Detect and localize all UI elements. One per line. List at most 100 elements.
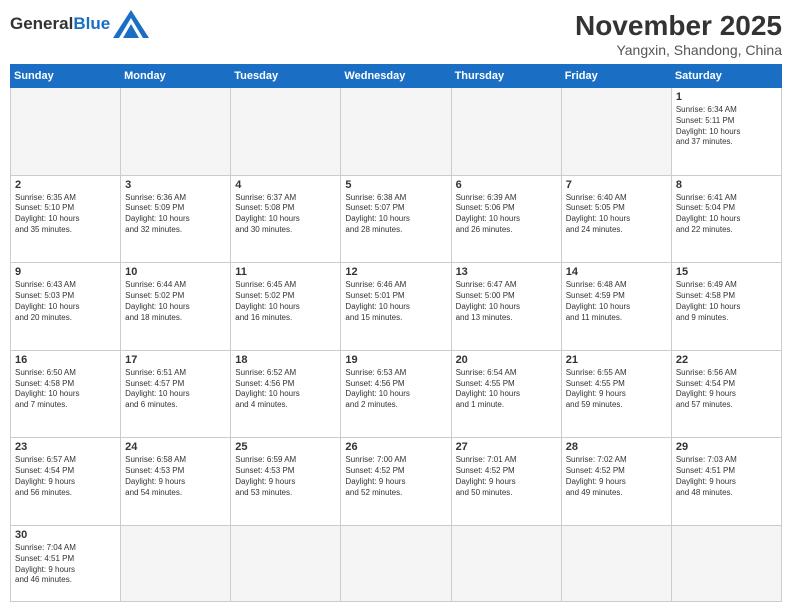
day-info-16: Sunrise: 6:50 AM Sunset: 4:58 PM Dayligh…	[15, 368, 116, 411]
day-13: 13 Sunrise: 6:47 AM Sunset: 5:00 PM Dayl…	[451, 263, 561, 351]
empty-cell	[11, 88, 121, 176]
day-number-17: 17	[125, 354, 226, 366]
day-info-3: Sunrise: 6:36 AM Sunset: 5:09 PM Dayligh…	[125, 193, 226, 236]
day-info-5: Sunrise: 6:38 AM Sunset: 5:07 PM Dayligh…	[345, 193, 446, 236]
day-number-1: 1	[676, 91, 777, 103]
day-number-27: 27	[456, 441, 557, 453]
day-number-16: 16	[15, 354, 116, 366]
day-number-6: 6	[456, 179, 557, 191]
day-3: 3 Sunrise: 6:36 AM Sunset: 5:09 PM Dayli…	[121, 175, 231, 263]
day-1: 1 Sunrise: 6:34 AM Sunset: 5:11 PM Dayli…	[671, 88, 781, 176]
day-number-22: 22	[676, 354, 777, 366]
calendar-row-3: 9 Sunrise: 6:43 AM Sunset: 5:03 PM Dayli…	[11, 263, 782, 351]
day-7: 7 Sunrise: 6:40 AM Sunset: 5:05 PM Dayli…	[561, 175, 671, 263]
day-info-8: Sunrise: 6:41 AM Sunset: 5:04 PM Dayligh…	[676, 193, 777, 236]
day-info-18: Sunrise: 6:52 AM Sunset: 4:56 PM Dayligh…	[235, 368, 336, 411]
month-title: November 2025	[575, 10, 782, 42]
day-number-12: 12	[345, 266, 446, 278]
day-info-27: Sunrise: 7:01 AM Sunset: 4:52 PM Dayligh…	[456, 455, 557, 498]
logo-icon	[113, 10, 149, 38]
day-number-11: 11	[235, 266, 336, 278]
calendar-row-2: 2 Sunrise: 6:35 AM Sunset: 5:10 PM Dayli…	[11, 175, 782, 263]
day-22: 22 Sunrise: 6:56 AM Sunset: 4:54 PM Dayl…	[671, 350, 781, 438]
calendar-row-1: 1 Sunrise: 6:34 AM Sunset: 5:11 PM Dayli…	[11, 88, 782, 176]
location-title: Yangxin, Shandong, China	[575, 42, 782, 58]
page: GeneralBlue November 2025 Yangxin, Shand…	[0, 0, 792, 612]
empty-cell	[231, 88, 341, 176]
day-30: 30 Sunrise: 7:04 AM Sunset: 4:51 PM Dayl…	[11, 525, 121, 601]
empty-cell	[451, 88, 561, 176]
header-wednesday: Wednesday	[341, 65, 451, 88]
day-2: 2 Sunrise: 6:35 AM Sunset: 5:10 PM Dayli…	[11, 175, 121, 263]
day-23: 23 Sunrise: 6:57 AM Sunset: 4:54 PM Dayl…	[11, 438, 121, 526]
empty-cell	[341, 88, 451, 176]
calendar-row-6: 30 Sunrise: 7:04 AM Sunset: 4:51 PM Dayl…	[11, 525, 782, 601]
day-6: 6 Sunrise: 6:39 AM Sunset: 5:06 PM Dayli…	[451, 175, 561, 263]
day-info-7: Sunrise: 6:40 AM Sunset: 5:05 PM Dayligh…	[566, 193, 667, 236]
day-number-10: 10	[125, 266, 226, 278]
day-5: 5 Sunrise: 6:38 AM Sunset: 5:07 PM Dayli…	[341, 175, 451, 263]
day-info-28: Sunrise: 7:02 AM Sunset: 4:52 PM Dayligh…	[566, 455, 667, 498]
header-thursday: Thursday	[451, 65, 561, 88]
day-19: 19 Sunrise: 6:53 AM Sunset: 4:56 PM Dayl…	[341, 350, 451, 438]
day-number-25: 25	[235, 441, 336, 453]
day-number-28: 28	[566, 441, 667, 453]
day-number-9: 9	[15, 266, 116, 278]
day-17: 17 Sunrise: 6:51 AM Sunset: 4:57 PM Dayl…	[121, 350, 231, 438]
day-number-19: 19	[345, 354, 446, 366]
calendar-row-5: 23 Sunrise: 6:57 AM Sunset: 4:54 PM Dayl…	[11, 438, 782, 526]
weekday-header-row: Sunday Monday Tuesday Wednesday Thursday…	[11, 65, 782, 88]
day-15: 15 Sunrise: 6:49 AM Sunset: 4:58 PM Dayl…	[671, 263, 781, 351]
day-info-17: Sunrise: 6:51 AM Sunset: 4:57 PM Dayligh…	[125, 368, 226, 411]
day-8: 8 Sunrise: 6:41 AM Sunset: 5:04 PM Dayli…	[671, 175, 781, 263]
header-friday: Friday	[561, 65, 671, 88]
day-info-29: Sunrise: 7:03 AM Sunset: 4:51 PM Dayligh…	[676, 455, 777, 498]
empty-cell	[341, 525, 451, 601]
day-20: 20 Sunrise: 6:54 AM Sunset: 4:55 PM Dayl…	[451, 350, 561, 438]
empty-cell	[561, 525, 671, 601]
day-info-21: Sunrise: 6:55 AM Sunset: 4:55 PM Dayligh…	[566, 368, 667, 411]
day-number-29: 29	[676, 441, 777, 453]
logo-blue: Blue	[73, 14, 110, 33]
title-block: November 2025 Yangxin, Shandong, China	[575, 10, 782, 58]
header: GeneralBlue November 2025 Yangxin, Shand…	[10, 10, 782, 58]
day-number-21: 21	[566, 354, 667, 366]
day-10: 10 Sunrise: 6:44 AM Sunset: 5:02 PM Dayl…	[121, 263, 231, 351]
day-info-24: Sunrise: 6:58 AM Sunset: 4:53 PM Dayligh…	[125, 455, 226, 498]
day-info-23: Sunrise: 6:57 AM Sunset: 4:54 PM Dayligh…	[15, 455, 116, 498]
logo: GeneralBlue	[10, 10, 149, 38]
day-number-3: 3	[125, 179, 226, 191]
day-number-20: 20	[456, 354, 557, 366]
day-info-11: Sunrise: 6:45 AM Sunset: 5:02 PM Dayligh…	[235, 280, 336, 323]
day-number-5: 5	[345, 179, 446, 191]
empty-cell	[231, 525, 341, 601]
header-sunday: Sunday	[11, 65, 121, 88]
day-info-14: Sunrise: 6:48 AM Sunset: 4:59 PM Dayligh…	[566, 280, 667, 323]
day-number-14: 14	[566, 266, 667, 278]
day-info-22: Sunrise: 6:56 AM Sunset: 4:54 PM Dayligh…	[676, 368, 777, 411]
day-number-18: 18	[235, 354, 336, 366]
header-tuesday: Tuesday	[231, 65, 341, 88]
day-11: 11 Sunrise: 6:45 AM Sunset: 5:02 PM Dayl…	[231, 263, 341, 351]
day-info-15: Sunrise: 6:49 AM Sunset: 4:58 PM Dayligh…	[676, 280, 777, 323]
day-number-24: 24	[125, 441, 226, 453]
day-info-13: Sunrise: 6:47 AM Sunset: 5:00 PM Dayligh…	[456, 280, 557, 323]
day-info-2: Sunrise: 6:35 AM Sunset: 5:10 PM Dayligh…	[15, 193, 116, 236]
day-25: 25 Sunrise: 6:59 AM Sunset: 4:53 PM Dayl…	[231, 438, 341, 526]
empty-cell	[121, 525, 231, 601]
day-number-4: 4	[235, 179, 336, 191]
empty-cell	[121, 88, 231, 176]
day-info-1: Sunrise: 6:34 AM Sunset: 5:11 PM Dayligh…	[676, 105, 777, 148]
day-4: 4 Sunrise: 6:37 AM Sunset: 5:08 PM Dayli…	[231, 175, 341, 263]
day-12: 12 Sunrise: 6:46 AM Sunset: 5:01 PM Dayl…	[341, 263, 451, 351]
header-saturday: Saturday	[671, 65, 781, 88]
day-info-26: Sunrise: 7:00 AM Sunset: 4:52 PM Dayligh…	[345, 455, 446, 498]
calendar-row-4: 16 Sunrise: 6:50 AM Sunset: 4:58 PM Dayl…	[11, 350, 782, 438]
day-info-6: Sunrise: 6:39 AM Sunset: 5:06 PM Dayligh…	[456, 193, 557, 236]
calendar-table: Sunday Monday Tuesday Wednesday Thursday…	[10, 64, 782, 602]
day-info-20: Sunrise: 6:54 AM Sunset: 4:55 PM Dayligh…	[456, 368, 557, 411]
day-info-4: Sunrise: 6:37 AM Sunset: 5:08 PM Dayligh…	[235, 193, 336, 236]
day-number-23: 23	[15, 441, 116, 453]
logo-text: GeneralBlue	[10, 14, 110, 34]
day-info-12: Sunrise: 6:46 AM Sunset: 5:01 PM Dayligh…	[345, 280, 446, 323]
